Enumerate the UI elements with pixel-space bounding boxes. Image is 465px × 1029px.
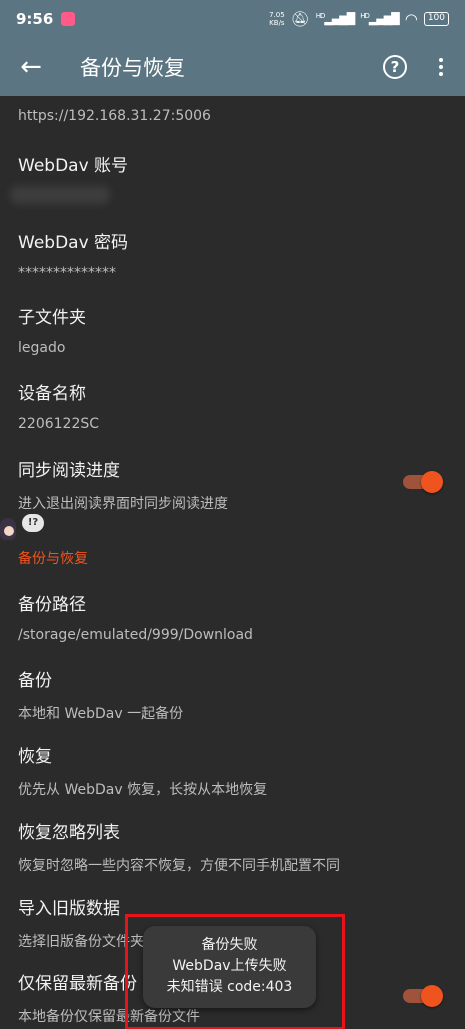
webdav-url-summary: https://192.168.31.27:5006 <box>18 108 211 124</box>
pref-title: WebDav 账号 <box>18 156 129 176</box>
pref-title: 子文件夹 <box>18 308 86 328</box>
pref-restore[interactable]: 恢复 优先从 WebDav 恢复，长按从本地恢复 <box>18 742 447 799</box>
pref-summary: /storage/emulated/999/Download <box>18 627 253 643</box>
arrow-left-icon[interactable]: ← <box>16 52 46 82</box>
mute-icon: 🔕︎ <box>290 10 310 28</box>
help-circle-icon[interactable]: ? <box>383 55 407 79</box>
pref-summary: 2206122SC <box>18 416 100 432</box>
signal-icon-1: HD▂▄▆█ <box>315 12 355 26</box>
pref-summary: legado <box>18 340 66 356</box>
pref-summary: 恢复时忽略一些内容不恢复，方便不同手机配置不同 <box>18 858 340 874</box>
pref-webdav-account[interactable]: WebDav 账号 <box>18 151 447 176</box>
mascot-icon <box>0 510 20 550</box>
pref-sync-progress[interactable]: 同步阅读进度 进入退出阅读界面时同步阅读进度 <box>18 456 447 513</box>
battery-icon: 100 <box>423 12 449 26</box>
category-header-backup-restore: 备份与恢复 <box>18 551 88 567</box>
status-bar: 9:56 7.05 KB/s 🔕︎ HD▂▄▆█ HD▂▄▆█ ◠ 100 <box>0 0 465 38</box>
wifi-icon: ◠ <box>404 10 418 28</box>
pref-title: WebDav 密码 <box>18 233 129 253</box>
status-icons: 7.05 KB/s 🔕︎ HD▂▄▆█ HD▂▄▆█ ◠ 100 <box>269 10 449 28</box>
pref-summary: 优先从 WebDav 恢复，长按从本地恢复 <box>18 782 268 798</box>
net-speed: 7.05 KB/s <box>269 11 285 27</box>
status-time: 9:56 <box>16 10 54 28</box>
app-bar: ← 备份与恢复 ? <box>0 38 465 96</box>
pref-device-name[interactable]: 设备名称 2206122SC <box>18 379 447 432</box>
pref-restore-ignore[interactable]: 恢复忽略列表 恢复时忽略一些内容不恢复，方便不同手机配置不同 <box>18 818 447 875</box>
redacted-account-summary <box>10 186 110 204</box>
pref-title: 备份路径 <box>18 595 86 615</box>
pref-title: 设备名称 <box>18 384 86 404</box>
app-notification-icon <box>61 12 76 26</box>
pref-backup[interactable]: 备份 本地和 WebDav 一起备份 <box>18 666 447 723</box>
pref-summary: 本地和 WebDav 一起备份 <box>18 706 184 722</box>
settings-list: https://192.168.31.27:5006 WebDav 账号 Web… <box>0 96 465 1029</box>
pref-subfolder[interactable]: 子文件夹 legado <box>18 303 447 356</box>
sync-progress-toggle[interactable] <box>403 471 443 493</box>
pref-title: 同步阅读进度 <box>18 461 120 481</box>
more-vert-icon[interactable] <box>421 58 461 76</box>
pref-webdav-password[interactable]: WebDav 密码 ************** <box>18 228 447 281</box>
pref-title: 备份 <box>18 671 52 691</box>
signal-icon-2: HD▂▄▆█ <box>360 12 399 26</box>
highlight-box <box>125 914 345 1029</box>
pref-summary: ************** <box>18 265 116 281</box>
page-title: 备份与恢复 <box>80 56 185 80</box>
pref-backup-path[interactable]: 备份路径 /storage/emulated/999/Download <box>18 590 447 643</box>
keep-latest-toggle[interactable] <box>403 985 443 1007</box>
pref-title: 恢复 <box>18 747 52 767</box>
mascot-bubble: !? <box>22 514 44 532</box>
pref-summary: 进入退出阅读界面时同步阅读进度 <box>18 496 228 512</box>
pref-title: 恢复忽略列表 <box>18 823 120 843</box>
